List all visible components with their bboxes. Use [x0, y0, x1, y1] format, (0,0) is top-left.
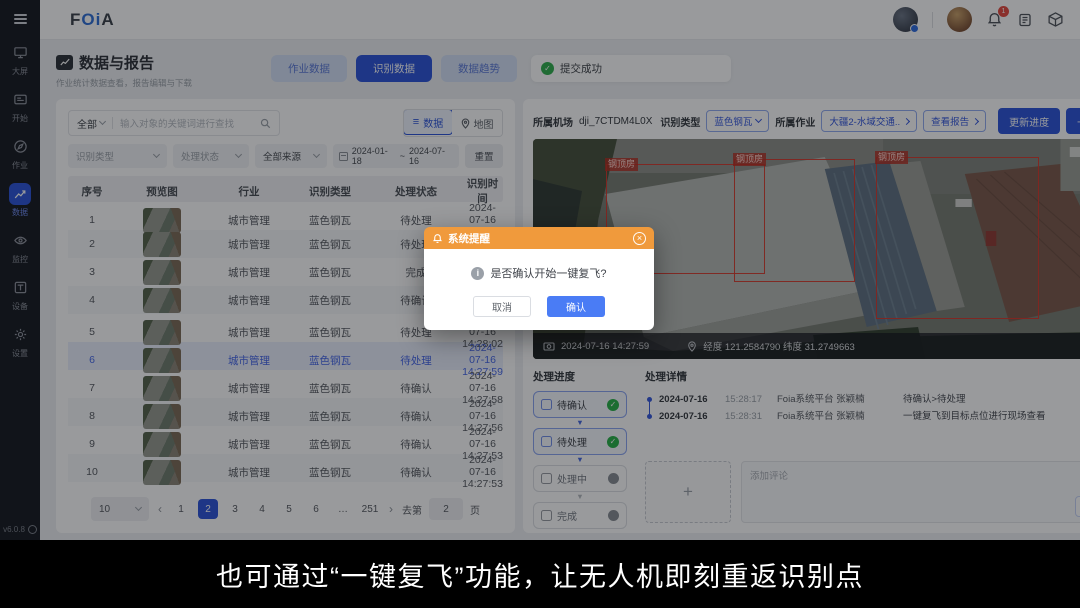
- subtitle-text: 也可通过“一键复飞”功能，让无人机即刻重返识别点: [216, 555, 864, 594]
- system-alert-modal: 系统提醒 × i 是否确认开始一键复飞? 取消 确认: [424, 227, 654, 330]
- subtitle-bar: 也可通过“一键复飞”功能，让无人机即刻重返识别点: [0, 540, 1080, 608]
- app-window: 大屏 开始 作业 数据 监控: [0, 0, 1080, 608]
- modal-title: 系统提醒: [448, 231, 490, 246]
- confirm-button[interactable]: 确认: [547, 296, 605, 317]
- bell-icon: [432, 233, 443, 244]
- info-icon: i: [471, 267, 484, 280]
- close-icon[interactable]: ×: [633, 232, 646, 245]
- modal-message: 是否确认开始一键复飞?: [490, 265, 606, 281]
- cancel-button[interactable]: 取消: [473, 296, 531, 317]
